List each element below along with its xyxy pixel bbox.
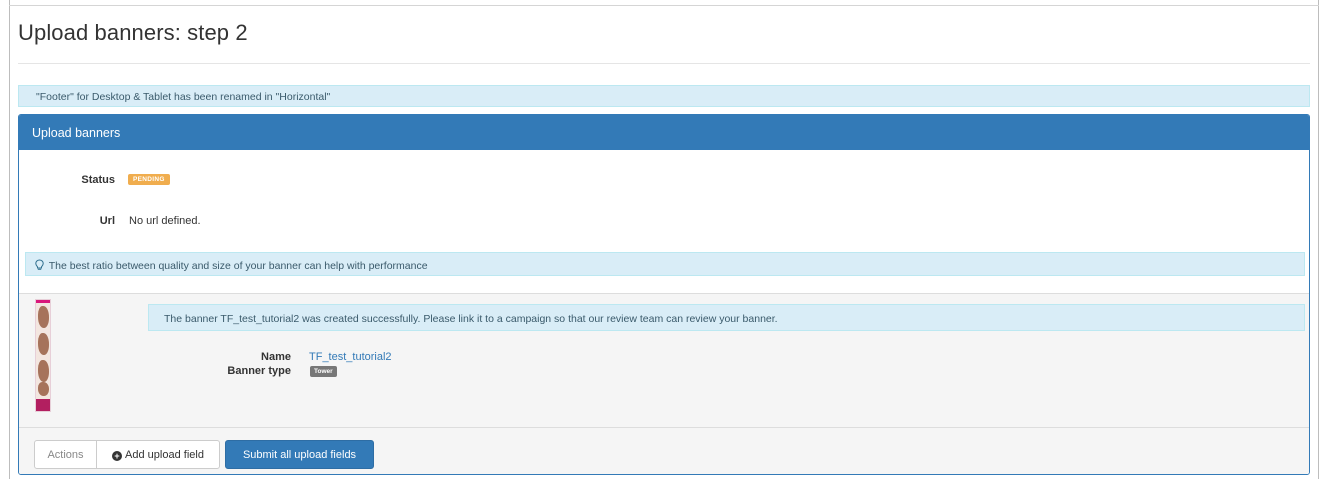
thumbnail-figure — [38, 382, 49, 396]
performance-tip-alert: The best ratio between quality and size … — [25, 252, 1305, 276]
status-badge: PENDING — [128, 174, 170, 185]
frame-left-border — [9, 0, 10, 479]
actions-button[interactable]: Actions — [34, 440, 97, 469]
upload-banners-panel: Upload banners Status PENDING Url No url… — [18, 114, 1310, 475]
title-divider — [18, 63, 1310, 64]
url-label: Url — [99, 215, 115, 227]
rename-alert-text: "Footer" for Desktop & Tablet has been r… — [36, 91, 331, 103]
banner-thumbnail[interactable] — [35, 299, 51, 412]
page-title: Upload banners: step 2 — [18, 20, 248, 45]
frame-top-border — [9, 5, 1319, 6]
thumbnail-footer-strip — [36, 399, 50, 411]
banner-type-badge: Tower — [310, 366, 337, 377]
banner-type-label: Banner type — [227, 365, 291, 377]
thumbnail-header-strip — [36, 300, 50, 303]
panel-heading: Upload banners — [19, 115, 1309, 150]
banner-name-label: Name — [261, 351, 291, 363]
panel-footer: Actions + Add upload field Submit all upl… — [19, 427, 1309, 474]
add-upload-field-button[interactable]: + Add upload field — [96, 440, 220, 469]
rename-alert: "Footer" for Desktop & Tablet has been r… — [18, 85, 1310, 107]
banner-name-link[interactable]: TF_test_tutorial2 — [309, 351, 392, 363]
status-label: Status — [81, 174, 115, 186]
banner-created-alert: The banner TF_test_tutorial2 was created… — [148, 304, 1305, 331]
lightbulb-icon — [35, 259, 44, 270]
url-value: No url defined. — [129, 215, 201, 227]
thumbnail-figure — [38, 360, 49, 382]
panel-heading-title: Upload banners — [32, 126, 121, 140]
thumbnail-figure — [38, 306, 49, 328]
frame-right-border — [1318, 0, 1319, 479]
banner-entry: The banner TF_test_tutorial2 was created… — [19, 293, 1309, 427]
plus-circle-icon: + — [112, 451, 123, 461]
banner-created-text: The banner TF_test_tutorial2 was created… — [164, 313, 778, 325]
add-upload-field-label: Add upload field — [125, 449, 204, 461]
submit-all-button[interactable]: Submit all upload fields — [225, 440, 374, 469]
performance-tip-text: The best ratio between quality and size … — [48, 260, 428, 272]
thumbnail-figure — [38, 333, 49, 355]
